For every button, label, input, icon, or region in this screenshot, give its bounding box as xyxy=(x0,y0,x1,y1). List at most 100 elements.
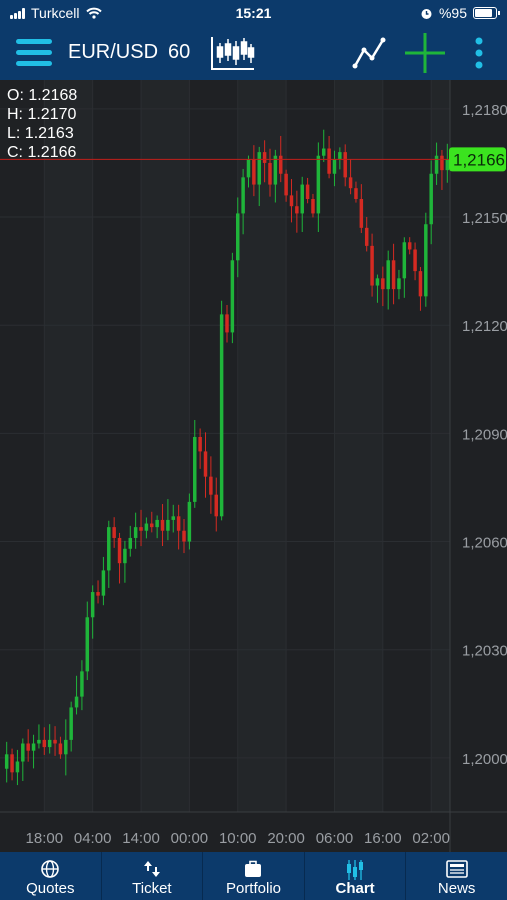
candle-body xyxy=(381,278,385,290)
battery-percent: %95 xyxy=(438,5,467,21)
candle-body xyxy=(418,271,423,297)
candle-body xyxy=(332,159,337,174)
candle-body xyxy=(440,155,444,171)
x-tick-label: 02:00 xyxy=(412,830,450,847)
tab-quotes[interactable]: Quotes xyxy=(0,852,101,900)
crosshair-button[interactable] xyxy=(405,33,445,73)
candle-body xyxy=(354,188,358,199)
ohlc-readout: O: 1.2168 H: 1.2170 L: 1.2163 C: 1.2166 xyxy=(7,86,77,162)
candle-body xyxy=(424,224,428,297)
candle-body xyxy=(160,519,165,531)
x-tick-label: 00:00 xyxy=(171,830,209,847)
candle-body xyxy=(327,148,331,174)
timeframe-selector[interactable]: 60 xyxy=(168,41,190,64)
open-value: O: 1.2168 xyxy=(7,87,78,104)
candle-body xyxy=(348,177,353,189)
price-chart[interactable]: 1,2166 1,2180 1,2150 1,2120 1,2090 1,2060 1,2… xyxy=(0,80,507,852)
candle-body xyxy=(257,152,261,185)
candle-body xyxy=(193,436,197,502)
candle-body xyxy=(203,451,208,477)
crosshair-icon xyxy=(405,33,445,73)
candle-body xyxy=(364,227,369,246)
x-tick-label: 04:00 xyxy=(74,830,112,847)
candle-body xyxy=(58,743,63,755)
tab-label: Portfolio xyxy=(225,880,281,897)
candle-body xyxy=(10,754,14,773)
candlestick-chart[interactable]: 1,2166 1,2180 1,2150 1,2120 1,2090 1,2060 1,2… xyxy=(0,80,507,852)
tab-label: Chart xyxy=(335,880,375,897)
briefcase-icon xyxy=(245,860,262,877)
candle-body xyxy=(187,501,192,542)
candle-body xyxy=(268,162,272,185)
candle-body xyxy=(273,155,278,185)
candle-body xyxy=(407,242,412,250)
candle-body xyxy=(230,260,235,333)
candle-body xyxy=(112,527,116,538)
candle-body xyxy=(101,570,106,596)
candle-body xyxy=(413,249,417,272)
candle-body xyxy=(305,184,310,199)
candle-body xyxy=(26,743,30,751)
candle-body xyxy=(278,155,283,174)
candle-body xyxy=(31,743,36,751)
candle-body xyxy=(4,754,9,769)
menu-button[interactable] xyxy=(16,36,52,70)
newspaper-icon xyxy=(445,860,468,878)
candle-body xyxy=(375,278,380,286)
candle-body xyxy=(262,152,267,163)
battery-icon xyxy=(473,7,500,19)
tab-label: News xyxy=(437,880,476,897)
grid-band xyxy=(334,80,383,812)
more-options-button[interactable] xyxy=(472,36,486,70)
toolbar: EUR/USD 60 xyxy=(0,26,507,80)
status-bar: Turkcell 15:21 %95 xyxy=(0,0,507,26)
hamburger-icon-bar xyxy=(16,39,52,44)
x-tick-label: 10:00 xyxy=(219,830,257,847)
candle-body xyxy=(117,537,122,564)
hamburger-icon-bar xyxy=(16,61,52,66)
candle-body xyxy=(139,527,143,531)
candle-body xyxy=(155,519,159,528)
tab-ticket[interactable]: Ticket xyxy=(100,852,203,900)
candle-body xyxy=(370,245,374,286)
candle-body xyxy=(343,152,347,178)
candle-body xyxy=(171,516,176,520)
tab-news[interactable]: News xyxy=(405,852,507,900)
candle-body xyxy=(198,436,202,452)
indicators-button[interactable] xyxy=(352,36,386,70)
candle-body xyxy=(219,314,224,517)
candle-body xyxy=(37,739,41,744)
candle-body xyxy=(80,671,84,697)
y-tick-label: 1,2000 xyxy=(462,751,507,768)
candle-body xyxy=(397,278,401,290)
tab-portfolio[interactable]: Portfolio xyxy=(202,852,304,900)
x-tick-label: 14:00 xyxy=(122,830,160,847)
low-value: L: 1.2163 xyxy=(7,125,74,142)
y-tick-label: 1,2180 xyxy=(462,102,507,119)
tab-label: Quotes xyxy=(26,880,75,897)
candle-body xyxy=(241,177,245,214)
candle-body xyxy=(47,739,52,748)
grid-band xyxy=(141,80,190,812)
chart-type-button[interactable] xyxy=(210,35,256,71)
candle-body xyxy=(128,537,133,549)
candlestick-icon xyxy=(347,860,364,880)
candle-body xyxy=(182,530,186,542)
candle-body xyxy=(69,707,73,740)
candle-body xyxy=(338,152,342,160)
candlestick-chart-icon xyxy=(211,37,255,70)
high-value: H: 1.2170 xyxy=(7,106,77,123)
candle-body xyxy=(311,198,315,214)
instrument-symbol[interactable]: EUR/USD xyxy=(68,41,158,64)
candle-body xyxy=(386,260,390,290)
candle-body xyxy=(150,523,154,528)
trend-line-icon xyxy=(352,37,386,69)
x-tick-label: 18:00 xyxy=(26,830,64,847)
candle-body xyxy=(214,494,218,517)
candle-body xyxy=(434,155,439,174)
y-tick-label: 1,2090 xyxy=(462,426,507,443)
tab-chart[interactable]: Chart xyxy=(303,852,406,900)
candle-body xyxy=(252,159,256,185)
candle-body xyxy=(289,195,294,207)
candle-body xyxy=(166,519,170,531)
